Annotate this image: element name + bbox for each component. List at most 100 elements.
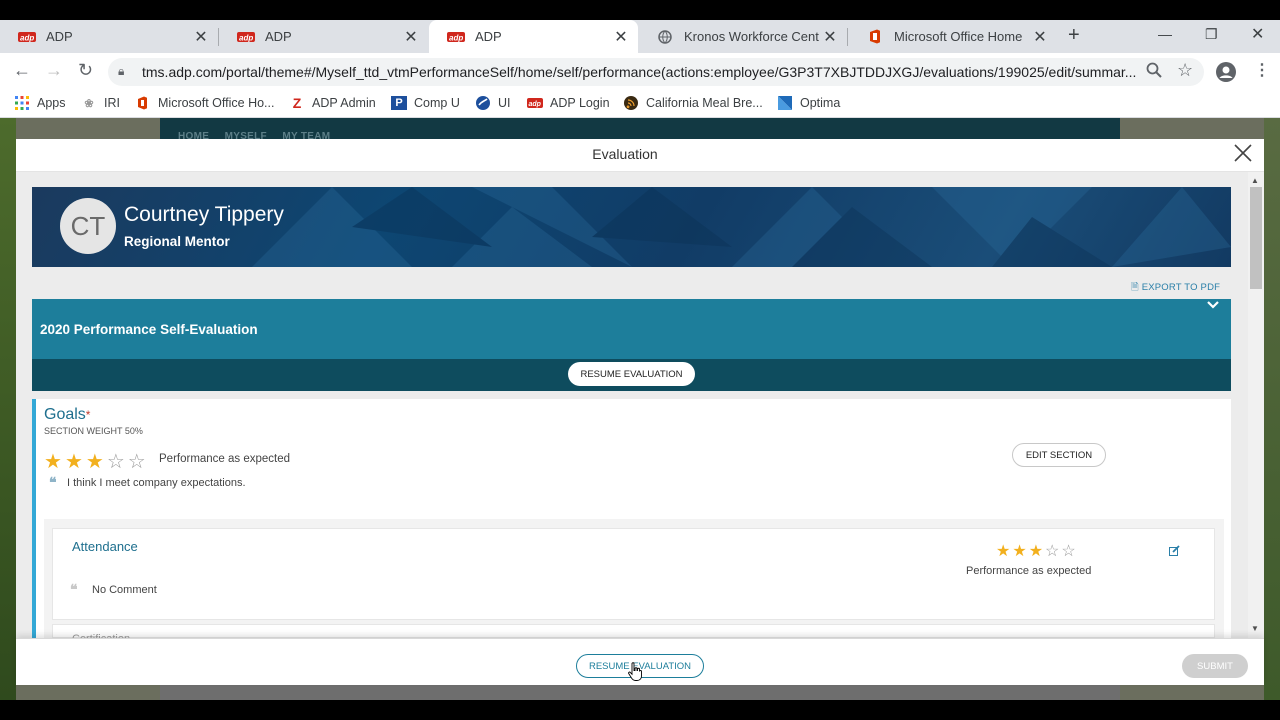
bookmark-label: Apps — [37, 96, 66, 110]
browser-tab-strip: adp ADP ✕ adp ADP ✕ adp ADP ✕ Kronos Wor… — [0, 20, 1280, 53]
tab-title: ADP — [475, 29, 502, 44]
adp-logo-icon: adp — [447, 30, 465, 44]
goals-title-text: Goals — [44, 406, 86, 423]
goals-rating-label: Performance as expected — [159, 453, 291, 465]
bookmark-label: IRI — [104, 96, 120, 110]
minimize-icon[interactable]: — — [1158, 26, 1172, 42]
reload-icon[interactable]: ↻ — [78, 60, 93, 81]
bookmark-label: Comp U — [414, 96, 460, 110]
restore-icon[interactable]: ❐ — [1205, 26, 1218, 43]
screen-bottom-bar — [0, 700, 1280, 720]
star-empty-icon[interactable]: ☆ — [1061, 543, 1075, 560]
tab-close-icon[interactable]: ✕ — [1029, 27, 1051, 47]
adp-logo-icon: adp — [237, 30, 255, 44]
edit-section-button[interactable]: EDIT SECTION — [1012, 443, 1106, 467]
bookmark-office[interactable]: Microsoft Office Ho... — [135, 96, 274, 110]
bookmark-label: Microsoft Office Ho... — [158, 96, 275, 110]
star-filled-icon[interactable]: ★ — [86, 451, 104, 473]
comp-u-icon: P — [391, 96, 407, 110]
hand-cursor-icon — [628, 662, 642, 682]
lock-icon[interactable]: 🔒︎ — [118, 64, 124, 79]
browser-tab[interactable]: Microsoft Office Home ✕ — [848, 20, 1057, 53]
tab-close-icon[interactable]: ✕ — [610, 27, 632, 47]
star-empty-icon[interactable]: ☆ — [128, 451, 146, 473]
quote-icon: ❝ — [49, 474, 57, 490]
employee-job-title: Regional Mentor — [124, 234, 230, 249]
bookmark-apps[interactable]: Apps — [14, 96, 66, 110]
edit-pencil-icon[interactable] — [1169, 545, 1180, 559]
adp-icon: adp — [527, 96, 543, 110]
bookmark-star-icon[interactable]: ☆ — [1177, 60, 1193, 81]
bookmark-comp-u[interactable]: P Comp U — [391, 96, 460, 110]
browser-tab[interactable]: adp ADP ✕ — [0, 20, 218, 53]
scroll-up-arrow-icon[interactable]: ▲ — [1251, 176, 1259, 185]
bookmark-optima[interactable]: Optima — [777, 96, 840, 110]
bookmark-label: ADP Admin — [312, 96, 376, 110]
star-filled-icon[interactable]: ★ — [1012, 543, 1026, 560]
menu-kebab-icon[interactable]: ⋮ — [1254, 60, 1270, 80]
feed-icon — [623, 96, 639, 110]
bookmark-label: UI — [498, 96, 511, 110]
star-filled-icon[interactable]: ★ — [996, 543, 1010, 560]
background-image-right — [1264, 118, 1280, 700]
adp-admin-icon: Z — [292, 95, 302, 111]
employee-name: Courtney Tippery — [124, 203, 284, 226]
bookmark-label: ADP Login — [550, 96, 610, 110]
star-empty-icon[interactable]: ☆ — [1045, 543, 1059, 560]
goals-title: Goals* — [44, 406, 90, 424]
close-icon[interactable] — [1232, 142, 1254, 171]
document-icon: 🗎︎ — [1131, 282, 1139, 293]
goals-accent-bar — [32, 399, 36, 638]
iri-icon: ❀ — [84, 97, 94, 110]
tab-close-icon[interactable]: ✕ — [190, 27, 212, 47]
page-footer-shade — [160, 684, 1120, 700]
bookmark-adp-admin[interactable]: Z ADP Admin — [289, 95, 376, 111]
bookmark-label: Optima — [800, 96, 841, 110]
resume-evaluation-button[interactable]: RESUME EVALUATION — [568, 362, 695, 386]
browser-tab[interactable]: adp ADP ✕ — [219, 20, 428, 53]
new-tab-plus-icon[interactable]: + — [1068, 24, 1080, 47]
svg-text:adp: adp — [239, 33, 253, 42]
office-logo-icon — [866, 29, 884, 44]
export-to-pdf-link[interactable]: 🗎︎ EXPORT TO PDF — [1131, 280, 1220, 296]
apps-grid-icon — [14, 96, 30, 110]
window-close-icon[interactable]: ✕ — [1251, 24, 1264, 44]
scrollbar-thumb[interactable] — [1250, 187, 1262, 289]
screen-top-bar — [0, 0, 1280, 20]
background-image-left — [0, 118, 16, 700]
tab-title: Kronos Workforce Central(R — [684, 29, 819, 44]
star-empty-icon[interactable]: ☆ — [107, 451, 125, 473]
attendance-title[interactable]: Attendance — [72, 539, 138, 554]
forward-arrow-icon[interactable]: → — [45, 60, 63, 81]
bookmark-ui[interactable]: UI — [475, 96, 511, 110]
svg-text:adp: adp — [20, 33, 34, 42]
goal-item-next — [52, 624, 1215, 638]
url-text[interactable]: tms.adp.com/portal/theme#/Myself_ttd_vtm… — [142, 64, 1136, 80]
modal-title: Evaluation — [592, 146, 658, 162]
scroll-down-arrow-icon[interactable]: ▼ — [1251, 624, 1259, 633]
svg-text:adp: adp — [449, 33, 463, 42]
attendance-rating-label: Performance as expected — [966, 565, 1092, 577]
attendance-star-rating: ★ ★ ★ ☆ ☆ — [996, 541, 1078, 561]
chevron-down-icon[interactable] — [1206, 298, 1220, 313]
bookmark-adp-login[interactable]: adp ADP Login — [527, 96, 610, 110]
star-filled-icon[interactable]: ★ — [1029, 543, 1043, 560]
required-marker: * — [85, 408, 91, 422]
tab-title: ADP — [46, 29, 73, 44]
submit-button[interactable]: SUBMIT — [1182, 654, 1248, 678]
back-arrow-icon[interactable]: ← — [13, 60, 31, 81]
tab-close-icon[interactable]: ✕ — [819, 27, 841, 47]
bookmark-california-meal[interactable]: California Meal Bre... — [623, 96, 763, 110]
star-filled-icon[interactable]: ★ — [65, 451, 83, 473]
tab-close-icon[interactable]: ✕ — [400, 27, 422, 47]
tab-title: Microsoft Office Home — [894, 29, 1023, 44]
zoom-magnifier-icon[interactable] — [1146, 62, 1162, 83]
star-filled-icon[interactable]: ★ — [44, 451, 62, 473]
svg-text:adp: adp — [529, 101, 542, 108]
browser-tab-active[interactable]: adp ADP ✕ — [429, 20, 638, 53]
office-icon — [135, 96, 151, 110]
optima-icon — [777, 96, 793, 110]
bookmark-iri[interactable]: ❀ IRI — [81, 96, 120, 110]
profile-avatar-icon[interactable] — [1216, 62, 1236, 87]
browser-tab[interactable]: Kronos Workforce Central(R ✕ — [638, 20, 847, 53]
